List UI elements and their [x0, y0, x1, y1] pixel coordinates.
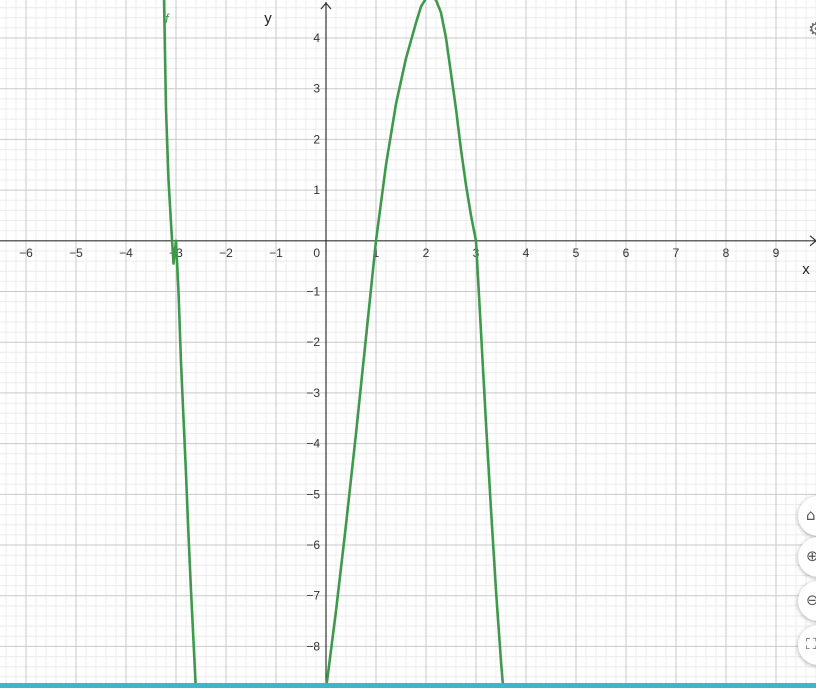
y-tick-label: 4 — [313, 31, 320, 45]
graphing-calculator: −6 −5 −4 −3 −2 −1 1 2 3 4 5 6 7 8 9 −8 −7 −6 −5 −4 −3 −2 −1 1 2… — [0, 0, 816, 688]
origin-label: 0 — [313, 246, 320, 260]
x-tick-label: 4 — [523, 246, 530, 260]
gear-glyph: ⚙ — [808, 19, 816, 40]
x-tick-label: −1 — [269, 246, 283, 260]
function-curves[interactable] — [162, 0, 505, 688]
minor-grid — [0, 0, 816, 688]
major-grid — [0, 0, 816, 688]
home-icon: ⌂ — [806, 506, 816, 524]
y-tick-label: 3 — [313, 82, 320, 96]
x-tick-label: −6 — [19, 246, 33, 260]
x-tick-label: 7 — [673, 246, 680, 260]
function-label[interactable]: f — [165, 11, 170, 26]
y-tick-label: −8 — [306, 639, 320, 653]
zoom-out-icon: ⊖ — [806, 591, 816, 609]
x-tick-label: −4 — [119, 246, 133, 260]
x-tick-label: −5 — [69, 246, 83, 260]
function-curve-segment[interactable] — [162, 0, 198, 688]
y-tick-label: −5 — [306, 487, 320, 501]
y-tick-label: 1 — [313, 183, 320, 197]
x-tick-label: 6 — [623, 246, 630, 260]
graph-canvas[interactable]: −6 −5 −4 −3 −2 −1 1 2 3 4 5 6 7 8 9 −8 −7 −6 −5 −4 −3 −2 −1 1 2… — [0, 0, 816, 688]
gear-icon[interactable]: ⚙ — [808, 18, 816, 42]
y-tick-label: −7 — [306, 589, 320, 603]
zoom-in-icon: ⊕ — [806, 547, 816, 565]
x-tick-label: 5 — [573, 246, 580, 260]
x-axis-label: x — [802, 261, 810, 278]
x-tick-label: 9 — [773, 246, 780, 260]
x-tick-label: 8 — [723, 246, 730, 260]
bottom-strip — [0, 683, 816, 688]
x-tick-label: 2 — [423, 246, 430, 260]
y-tick-label: 2 — [313, 132, 320, 146]
function-curve-segment[interactable] — [324, 0, 505, 688]
y-tick-label: −6 — [306, 538, 320, 552]
x-tick-label: −2 — [219, 246, 233, 260]
y-tick-label: −2 — [306, 335, 320, 349]
y-tick-label: −3 — [306, 386, 320, 400]
y-axis-label: y — [264, 10, 272, 27]
y-tick-label: −1 — [306, 285, 320, 299]
fullscreen-icon: ⛶ — [806, 635, 816, 653]
y-tick-label: −4 — [306, 437, 320, 451]
y-tick-labels: −8 −7 −6 −5 −4 −3 −2 −1 1 2 3 4 — [306, 31, 320, 653]
